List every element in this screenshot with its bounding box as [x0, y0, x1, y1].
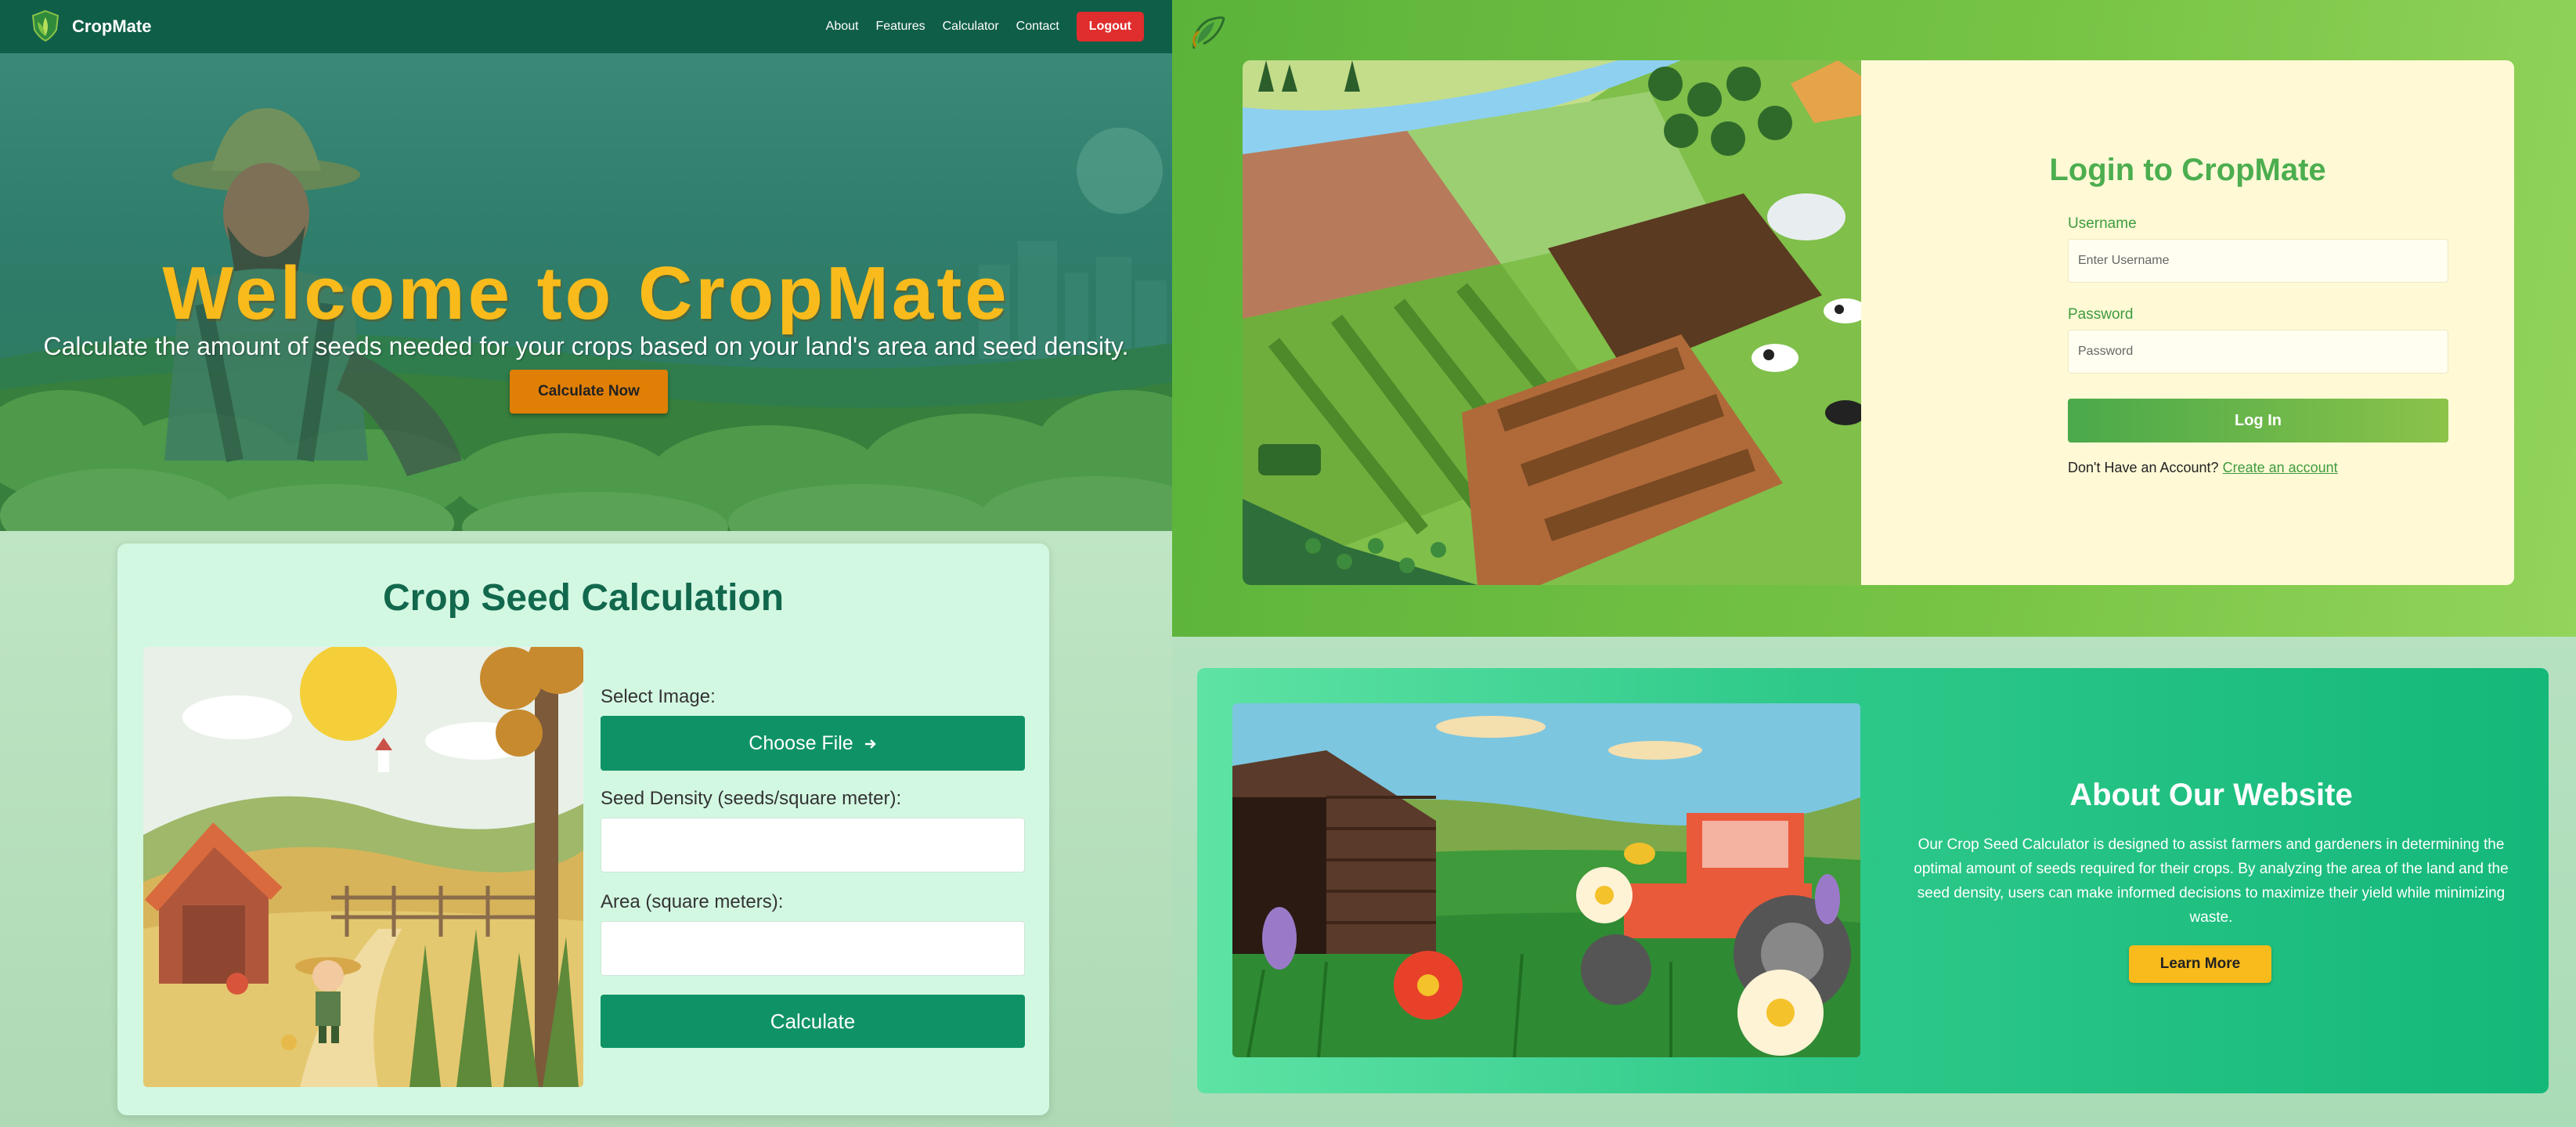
nav-links: About Features Calculator Contact Logout — [826, 12, 1144, 42]
nav-calculator[interactable]: Calculator — [943, 20, 999, 34]
no-account-text: Don't Have an Account? — [2068, 460, 2219, 475]
hero-section: CropMate About Features Calculator Conta… — [0, 0, 1172, 531]
choose-file-button[interactable]: Choose File — [601, 716, 1025, 771]
navbar: CropMate About Features Calculator Conta… — [0, 0, 1172, 53]
login-title: Login to CropMate — [2049, 153, 2326, 187]
create-account-link[interactable]: Create an account — [2223, 460, 2338, 475]
login-section: Login to CropMate Username Password Log … — [1172, 0, 2576, 637]
password-label: Password — [2068, 306, 2134, 323]
login-card: Login to CropMate Username Password Log … — [1243, 60, 2514, 585]
password-input[interactable] — [2068, 330, 2448, 374]
about-title: About Our Website — [2069, 778, 2353, 812]
leaf-logo-icon — [1188, 13, 1227, 56]
nav-about[interactable]: About — [826, 20, 859, 34]
about-card: About Our Website Our Crop Seed Calculat… — [1197, 668, 2549, 1093]
logout-button[interactable]: Logout — [1076, 12, 1144, 42]
username-label: Username — [2068, 215, 2137, 232]
calculator-title: Crop Seed Calculation — [382, 577, 785, 619]
calculate-button[interactable]: Calculate — [601, 995, 1025, 1048]
seed-calculator-form: Select Image: Choose File Seed Density (… — [601, 686, 1025, 1048]
username-input[interactable] — [2068, 239, 2448, 283]
about-description: Our Crop Seed Calculator is designed to … — [1914, 836, 2509, 926]
farm-illustration — [143, 647, 583, 1087]
nav-features[interactable]: Features — [875, 20, 925, 34]
calculator-card: Crop Seed Calculation Select Image: Choo… — [117, 544, 1049, 1115]
leaf-logo-icon — [28, 8, 63, 46]
nav-contact[interactable]: Contact — [1016, 20, 1059, 34]
login-form: Username Password Log In Don't Have an A… — [2068, 215, 2448, 476]
calculate-now-button[interactable]: Calculate Now — [510, 370, 668, 414]
area-label: Area (square meters): — [601, 891, 784, 912]
arrow-right-icon — [864, 732, 877, 755]
farm-tractor-illustration — [1232, 703, 1860, 1057]
choose-file-label: Choose File — [749, 731, 853, 754]
about-section: About Our Website Our Crop Seed Calculat… — [1172, 637, 2576, 1127]
hero-title: Welcome to CropMate — [162, 251, 1010, 335]
calculator-section: Crop Seed Calculation Select Image: Choo… — [0, 531, 1172, 1127]
area-input[interactable] — [601, 921, 1025, 976]
learn-more-button[interactable]: Learn More — [2129, 945, 2271, 983]
login-button[interactable]: Log In — [2068, 399, 2448, 442]
signup-prompt: Don't Have an Account? Create an account — [2068, 460, 2448, 476]
select-image-label: Select Image: — [601, 686, 716, 707]
brand[interactable]: CropMate — [28, 8, 151, 46]
seed-density-label: Seed Density (seeds/square meter): — [601, 788, 902, 809]
farm-aerial-illustration — [1243, 60, 1861, 585]
seed-density-input[interactable] — [601, 818, 1025, 872]
hero-subtitle: Calculate the amount of seeds needed for… — [43, 332, 1129, 360]
brand-name: CropMate — [72, 16, 152, 36]
